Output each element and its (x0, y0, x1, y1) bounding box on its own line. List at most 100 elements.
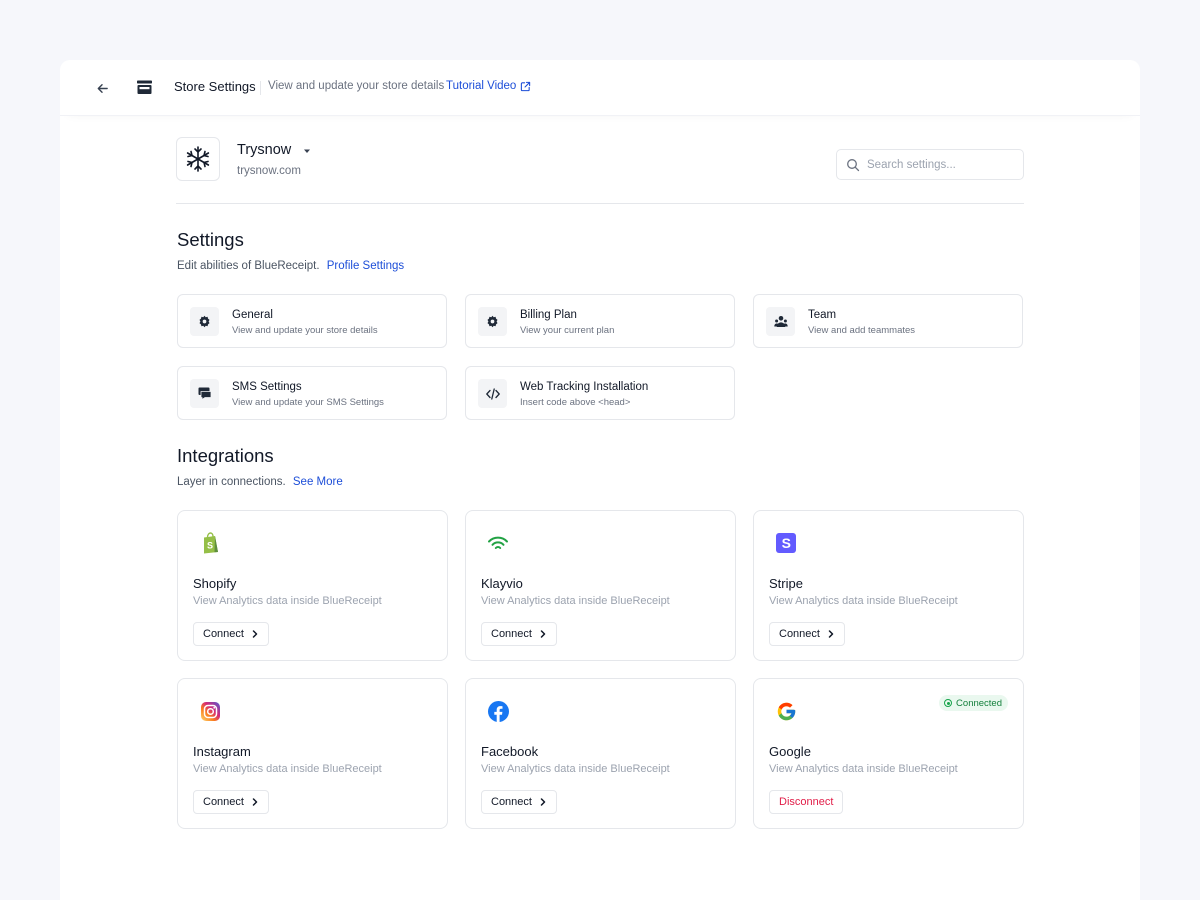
back-button[interactable] (94, 80, 110, 96)
integration-card-stripe: S Stripe View Analytics data inside Blue… (753, 510, 1024, 661)
settings-card-team[interactable]: Team View and add teammates (753, 294, 1023, 348)
integration-logo: S (195, 528, 225, 558)
settings-card-title: Web Tracking Installation (520, 381, 649, 393)
button-label: Disconnect (779, 796, 834, 808)
store-logo (176, 137, 220, 181)
tutorial-video-link[interactable]: Tutorial Video (446, 80, 531, 92)
caret-down-icon[interactable] (302, 146, 312, 156)
store-domain: trysnow.com (237, 165, 301, 177)
settings-card-icon (766, 307, 795, 336)
snowflake-icon (186, 146, 210, 172)
store-icon (137, 80, 152, 94)
chevron-right-icon (252, 630, 258, 638)
store-name: Trysnow (237, 142, 292, 158)
header-divider (176, 203, 1024, 204)
button-label: Connect (491, 628, 532, 640)
svg-text:S: S (207, 541, 213, 551)
settings-card-title: Billing Plan (520, 309, 577, 321)
stripe-icon: S (776, 533, 796, 553)
status-badge-label: Connected (956, 697, 1002, 709)
title-separator (260, 81, 261, 95)
integration-name: Stripe (769, 576, 803, 591)
integration-logo: S (771, 528, 801, 558)
settings-description: Edit abilities of BlueReceipt. Profile S… (177, 260, 404, 272)
search-input[interactable] (867, 158, 1017, 171)
integration-name: Google (769, 744, 811, 759)
integration-card-facebook: Facebook View Analytics data inside Blue… (465, 678, 736, 829)
integration-card-klaviyo: Klayvio View Analytics data inside BlueR… (465, 510, 736, 661)
integration-description: View Analytics data inside BlueReceipt (193, 595, 382, 607)
integrations-description-text: Layer in connections. (177, 476, 286, 488)
settings-card-title: General (232, 309, 273, 321)
integration-logo (195, 696, 225, 726)
settings-card-description: View and update your SMS Settings (232, 397, 384, 408)
integration-description: View Analytics data inside BlueReceipt (769, 763, 958, 775)
integration-description: View Analytics data inside BlueReceipt (481, 595, 670, 607)
integration-card-instagram: Instagram View Analytics data inside Blu… (177, 678, 448, 829)
integration-name: Facebook (481, 744, 539, 759)
gear-icon (199, 315, 210, 328)
arrow-left-icon (97, 83, 108, 93)
settings-card-icon (190, 307, 219, 336)
connect-button[interactable]: Connect (193, 622, 269, 646)
chevron-right-icon (540, 630, 546, 638)
integration-name: Klayvio (481, 576, 523, 591)
settings-card-icon (478, 379, 507, 408)
page-subtitle: View and update your store details (268, 80, 445, 92)
chevron-right-icon (828, 630, 834, 638)
integration-name: Shopify (193, 576, 237, 591)
tutorial-video-label: Tutorial Video (446, 80, 517, 92)
integration-logo (483, 696, 513, 726)
disconnect-button[interactable]: Disconnect (769, 790, 844, 814)
settings-card-description: View your current plan (520, 325, 615, 336)
connect-button[interactable]: Connect (481, 790, 557, 814)
chevron-right-icon (540, 798, 546, 806)
google-icon (777, 702, 795, 720)
settings-card-icon (190, 379, 219, 408)
status-badge: Connected (939, 695, 1008, 711)
settings-card-web-tracking[interactable]: Web Tracking Installation Insert code ab… (465, 366, 735, 420)
integration-description: View Analytics data inside BlueReceipt (769, 595, 958, 607)
settings-card-sms-settings[interactable]: SMS Settings View and update your SMS Se… (177, 366, 447, 420)
chevron-right-icon (252, 798, 258, 806)
check-circle-icon (944, 699, 953, 707)
integrations-description: Layer in connections. See More (177, 476, 343, 488)
instagram-icon (200, 701, 220, 721)
settings-card-billing-plan[interactable]: Billing Plan View your current plan (465, 294, 735, 348)
settings-card-general[interactable]: General View and update your store detai… (177, 294, 447, 348)
chat-icon (198, 387, 211, 400)
search-icon (847, 159, 860, 172)
page-title: Store Settings (174, 79, 256, 94)
klaviyo-icon (488, 536, 508, 549)
integration-card-google: Connected Google View Analytics data ins… (753, 678, 1024, 829)
connect-button[interactable]: Connect (193, 790, 269, 814)
integration-description: View Analytics data inside BlueReceipt (193, 763, 382, 775)
facebook-icon (487, 700, 509, 722)
integration-card-shopify: S Shopify View Analytics data inside Blu… (177, 510, 448, 661)
gear-icon (487, 315, 498, 328)
external-link-icon (521, 81, 531, 91)
shopify-icon: S (204, 532, 218, 554)
integration-logo (771, 696, 801, 726)
settings-title: Settings (177, 229, 244, 250)
settings-card-description: View and add teammates (808, 325, 916, 336)
settings-description-text: Edit abilities of BlueReceipt. (177, 260, 320, 272)
connect-button[interactable]: Connect (481, 622, 557, 646)
button-label: Connect (203, 796, 244, 808)
svg-text:S: S (782, 535, 791, 551)
team-icon (773, 316, 788, 327)
settings-card-icon (478, 307, 507, 336)
settings-card-title: SMS Settings (232, 381, 302, 393)
connect-button[interactable]: Connect (769, 622, 845, 646)
code-icon (485, 387, 500, 400)
top-bar: Store Settings View and update your stor… (60, 60, 1140, 116)
button-label: Connect (491, 796, 532, 808)
button-label: Connect (779, 628, 820, 640)
see-more-link[interactable]: See More (293, 476, 343, 488)
settings-panel: Store Settings View and update your stor… (60, 60, 1140, 900)
settings-card-description: Insert code above <head> (520, 397, 631, 408)
integration-description: View Analytics data inside BlueReceipt (481, 763, 670, 775)
profile-settings-link[interactable]: Profile Settings (327, 260, 404, 272)
search-box (836, 149, 1024, 180)
button-label: Connect (203, 628, 244, 640)
